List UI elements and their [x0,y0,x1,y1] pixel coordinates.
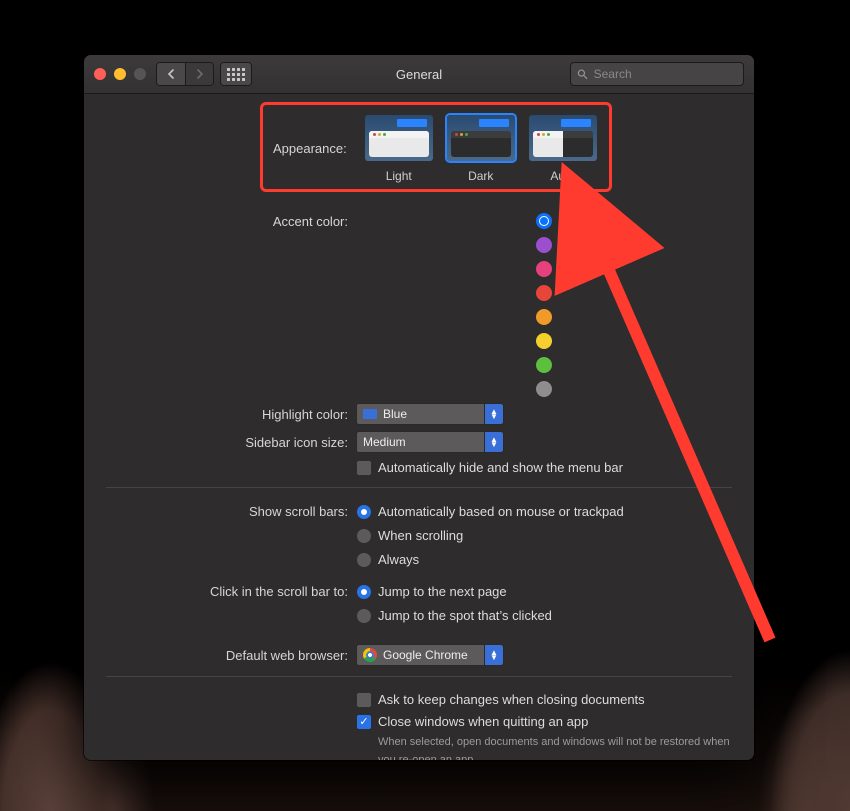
autohide-menubar-checkbox[interactable]: Automatically hide and show the menu bar [356,459,623,477]
zoom-window-button[interactable] [134,68,146,80]
appearance-label: Appearance: [273,137,353,159]
appearance-option-dark[interactable]: Dark [445,113,517,183]
highlight-color-value: Blue [383,407,407,421]
window-toolbar: General [84,55,754,94]
section-divider [106,676,732,677]
checkbox-subtext: When selected, open documents and window… [378,733,732,760]
default-browser-value: Google Chrome [383,648,468,662]
stepper-arrows-icon: ▲▼ [484,404,503,424]
sidebar-icon-size-value: Medium [363,435,406,449]
highlight-color-popup[interactable]: Blue ▲▼ [356,403,504,425]
show-all-button[interactable] [220,62,252,86]
default-browser-label: Default web browser: [106,644,356,666]
minimize-window-button[interactable] [114,68,126,80]
sidebar-icon-size-popup[interactable]: Medium ▲▼ [356,431,504,453]
scrollclick-option-page[interactable]: Jump to the next page [356,582,507,602]
accent-swatch[interactable] [536,309,552,325]
scrollclick-option-spot[interactable]: Jump to the spot that’s clicked [356,606,552,626]
accent-swatch[interactable] [536,381,552,397]
search-field[interactable] [570,62,744,86]
prefs-window: General Appearance: Light Dark Auto [84,55,754,760]
appearance-option-label: Auto [550,169,575,183]
chevron-left-icon [167,69,175,79]
ask-keep-changes-checkbox[interactable]: Ask to keep changes when closing documen… [356,691,645,709]
default-browser-popup[interactable]: Google Chrome ▲▼ [356,644,504,666]
radio-label: Jump to the spot that’s clicked [378,606,552,626]
color-chip-icon [363,409,377,419]
appearance-option-label: Dark [468,169,493,183]
forward-button [185,63,213,85]
grid-icon [227,68,245,81]
appearance-option-light[interactable]: Light [363,113,435,183]
checkbox-label: Close windows when quitting an app When … [378,713,732,760]
accent-swatch[interactable] [536,333,552,349]
accent-swatch[interactable] [536,237,552,253]
scrollbars-option-when[interactable]: When scrolling [356,526,463,546]
highlight-color-label: Highlight color: [106,403,356,425]
traffic-lights [94,68,146,80]
accent-swatch[interactable] [536,261,552,277]
click-scrollbar-label: Click in the scroll bar to: [106,582,356,602]
autohide-menubar-label: Automatically hide and show the menu bar [378,459,623,477]
accent-color-swatches [356,210,732,397]
close-window-button[interactable] [94,68,106,80]
close-windows-quit-checkbox[interactable]: Close windows when quitting an app When … [356,713,732,760]
accent-swatch[interactable] [536,357,552,373]
nav-segment [156,62,214,86]
radio-label: When scrolling [378,526,463,546]
search-input[interactable] [592,66,737,82]
accent-swatch[interactable] [536,213,552,229]
chevron-right-icon [196,69,204,79]
scrollbars-option-always[interactable]: Always [356,550,419,570]
appearance-highlight-annotation: Appearance: Light Dark Auto [260,102,612,192]
scrollbars-option-auto[interactable]: Automatically based on mouse or trackpad [356,502,624,522]
radio-label: Automatically based on mouse or trackpad [378,502,624,522]
radio-label: Jump to the next page [378,582,507,602]
show-scrollbars-label: Show scroll bars: [106,502,356,522]
stepper-arrows-icon: ▲▼ [484,432,503,452]
appearance-option-label: Light [386,169,412,183]
chrome-icon [363,648,377,662]
section-divider [106,487,732,488]
appearance-option-auto[interactable]: Auto [527,113,599,183]
accent-swatch[interactable] [536,285,552,301]
accent-color-label: Accent color: [106,210,356,232]
back-button[interactable] [157,63,185,85]
radio-label: Always [378,550,419,570]
checkbox-label: Ask to keep changes when closing documen… [378,691,645,709]
stepper-arrows-icon: ▲▼ [484,645,503,665]
prefs-content: Appearance: Light Dark Auto Accent color… [84,94,754,760]
sidebar-icon-size-label: Sidebar icon size: [106,431,356,453]
search-icon [577,68,588,80]
